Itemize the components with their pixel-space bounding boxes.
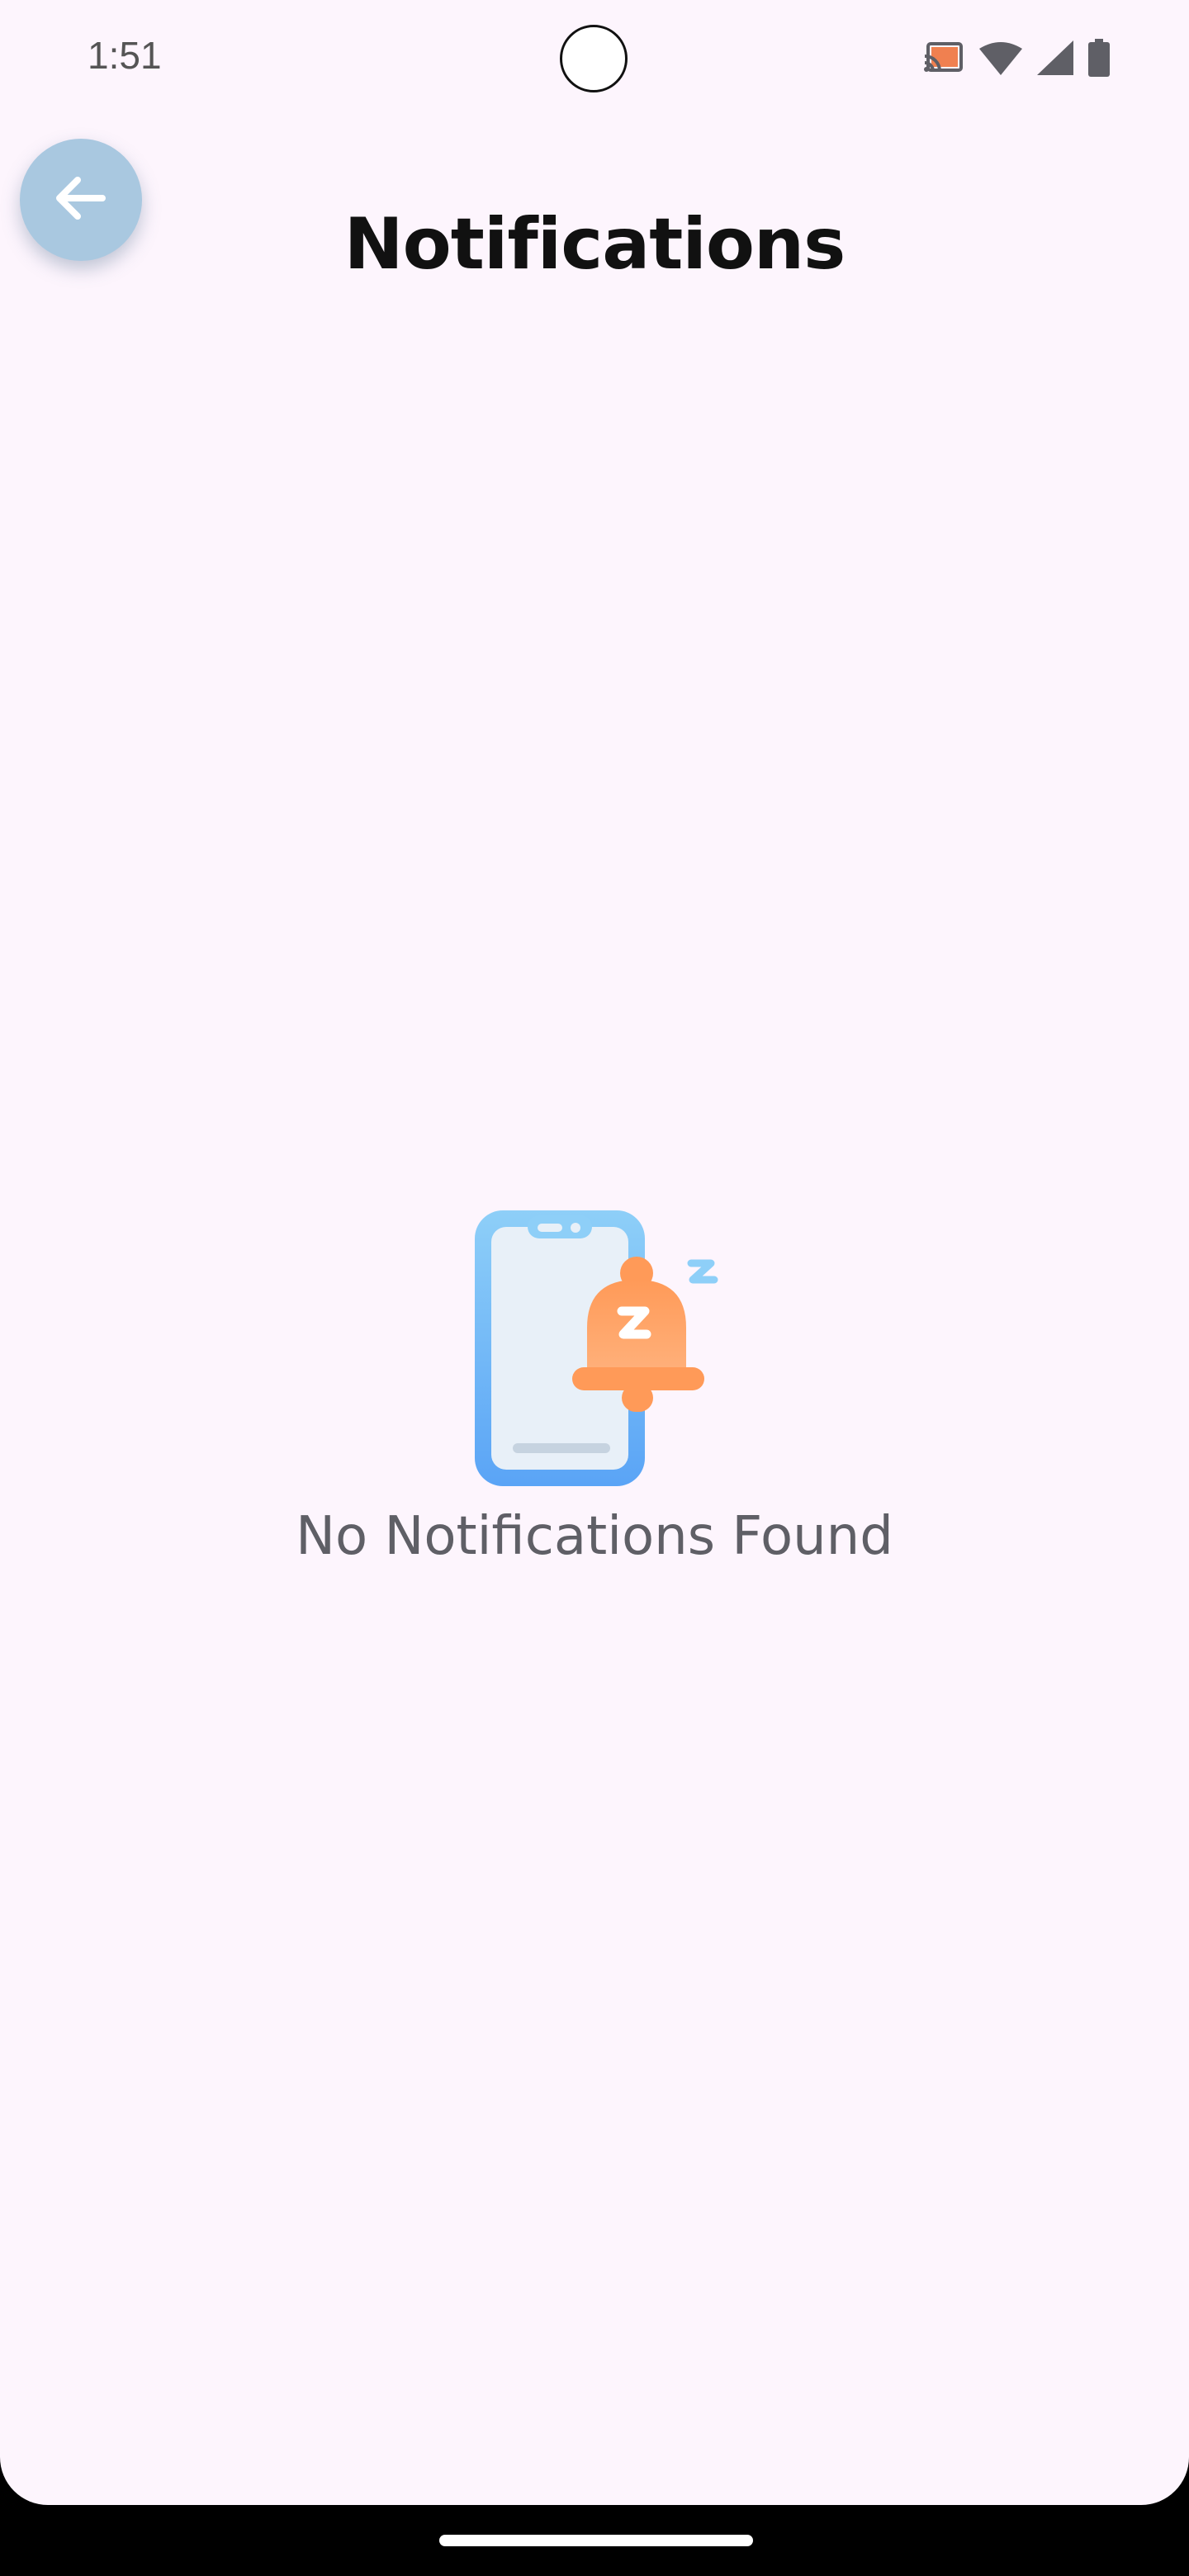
wifi-icon: [979, 40, 1022, 79]
page-title: Notifications: [343, 202, 846, 286]
status-bar: 1:51: [0, 0, 1189, 116]
status-time: 1:51: [88, 34, 162, 77]
status-icons: [923, 36, 1110, 83]
phone-sleeping-bell-icon: [458, 1197, 739, 1494]
app-screen: 1:51 Notifications No Notifications Foun…: [0, 0, 1189, 2505]
empty-state-message: No Notifications Found: [296, 1506, 893, 1567]
navigation-bar: [0, 2505, 1189, 2576]
empty-state: No Notifications Found: [0, 1197, 1189, 1567]
battery-icon: [1088, 38, 1110, 81]
camera-cutout: [560, 25, 628, 92]
home-handle[interactable]: [439, 2535, 753, 2546]
signal-icon: [1037, 40, 1073, 79]
cast-icon: [923, 41, 964, 78]
